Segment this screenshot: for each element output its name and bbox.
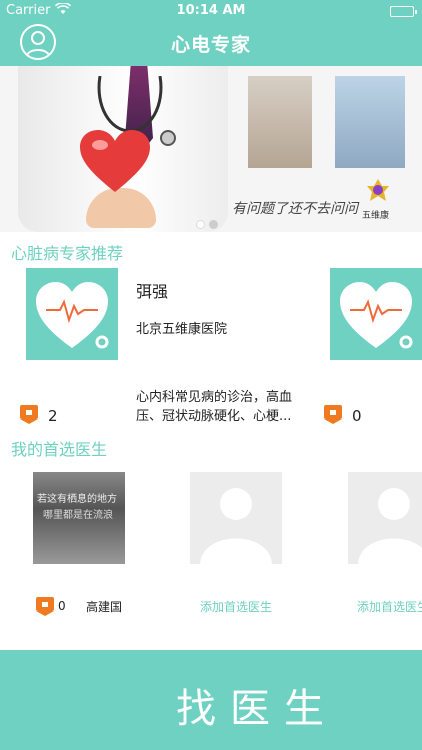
- person-placeholder-icon: [200, 488, 272, 564]
- banner-patient-photo: [248, 76, 312, 168]
- status-bar: Carrier 10:14 AM: [0, 0, 422, 22]
- doctor-like-count: 0: [58, 599, 66, 613]
- experts-section-title: 心脏病专家推荐: [11, 244, 124, 263]
- add-preferred-doctor-link[interactable]: 添加首选医生: [357, 598, 422, 615]
- expert-name[interactable]: 弭强: [136, 278, 168, 302]
- empty-doctor-slot[interactable]: [190, 472, 282, 564]
- find-doctor-label: 找医生: [176, 686, 338, 732]
- banner-carousel[interactable]: 有问题了还不去问问 五维康: [0, 66, 422, 232]
- flag-badge-icon: [20, 405, 38, 424]
- clock-label: 10:14 AM: [176, 3, 246, 18]
- photo-caption: 若这有栖息的地方: [37, 494, 117, 505]
- expert-avatar[interactable]: [26, 268, 118, 360]
- person-placeholder-icon: [358, 488, 422, 564]
- expert-avatar[interactable]: [330, 268, 422, 360]
- battery-icon: [390, 6, 417, 17]
- expert-hospital: 北京五维康医院: [136, 322, 228, 337]
- banner-patient-photo: [335, 76, 405, 168]
- wuweikang-logo-icon: [367, 179, 389, 201]
- carousel-dot[interactable]: [196, 220, 205, 229]
- heart-ecg-icon: [340, 282, 413, 349]
- expert-description: 心内科常见病的诊治，高血压、冠状动脉硬化、心梗...: [136, 390, 293, 424]
- photo-caption: 哪里都是在流浪: [43, 510, 113, 521]
- flag-badge-icon: [324, 405, 342, 424]
- nav-bar: Carrier 10:14 AM 心电专家: [0, 0, 422, 66]
- my-doctors-section-title: 我的首选医生: [11, 440, 108, 459]
- carousel-dot[interactable]: [209, 220, 218, 229]
- carousel-dots[interactable]: [196, 214, 222, 232]
- add-preferred-doctor-link[interactable]: 添加首选医生: [200, 598, 272, 615]
- expert-like-count: 2: [48, 407, 58, 425]
- empty-doctor-slot[interactable]: [348, 472, 422, 564]
- heart-ecg-icon: [36, 282, 109, 349]
- expert-like-count: 0: [352, 407, 362, 425]
- banner-tagline: 有问题了还不去问问: [232, 201, 358, 217]
- flag-badge-icon: [36, 597, 54, 616]
- heart-icon: [80, 130, 150, 192]
- doctor-name[interactable]: 高建国: [86, 598, 122, 615]
- banner-logo-text: 五维康: [362, 211, 390, 221]
- doctor-photo[interactable]: 若这有栖息的地方 哪里都是在流浪: [33, 472, 125, 564]
- page-title: 心电专家: [170, 34, 251, 56]
